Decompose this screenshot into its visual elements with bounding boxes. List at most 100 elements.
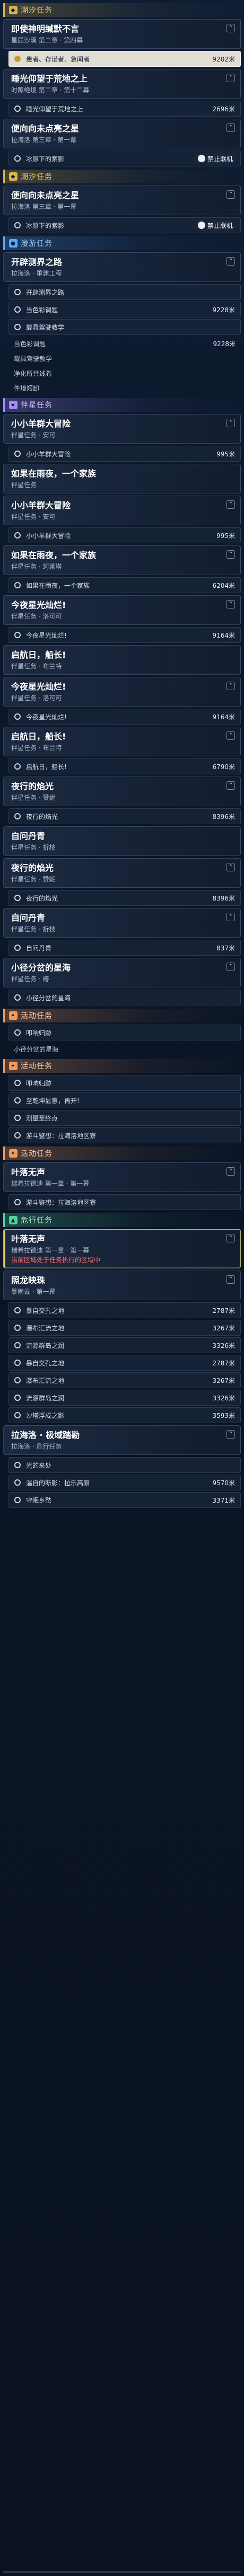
quest-subtitle: 拉海洛 · 重建工程 — [11, 270, 62, 277]
waypoint-icon — [14, 1080, 21, 1086]
quest-step-row[interactable]: 瀑布汇流之地 3267米 — [8, 1372, 241, 1388]
waypoint-icon — [14, 289, 21, 295]
quest-card[interactable]: 今夜星光灿烂! 伴星任务 · 洛可可 ⌃ — [3, 595, 241, 625]
quest-card[interactable]: 启航日，船长! 伴星任务 · 布兰特 ⌃ — [3, 727, 241, 756]
quest-step-row[interactable]: 当色彩调题 9228米 — [8, 302, 241, 317]
collapse-icon[interactable]: ⌃ — [226, 257, 235, 266]
quest-step-row[interactable]: 患者、存诺者、急闻者 9202米 — [8, 51, 241, 67]
collapse-icon[interactable]: ⌃ — [226, 913, 235, 921]
quest-step-row[interactable]: 当色彩调题 9228米 — [8, 337, 241, 350]
collapse-icon[interactable]: ⌃ — [226, 419, 235, 427]
quest-step-row[interactable]: 暴自交孔之地 2787米 — [8, 1355, 241, 1371]
quest-card[interactable]: 开辟测界之路 拉海洛 · 重建工程 ⌃ — [3, 252, 241, 282]
collapse-icon[interactable]: ⌃ — [226, 1234, 235, 1242]
quest-step-row[interactable]: 自问丹青 837米 — [8, 940, 241, 956]
quest-step-row[interactable]: 温自的断影：拉乐高原 9570米 — [8, 1475, 241, 1490]
quest-card[interactable]: 如果在雨夜，一个家族 伴星任务 · 珂莱塔 ⌃ — [3, 545, 241, 575]
quest-card[interactable]: 如果在雨夜，一个家族 伴星任务 — [3, 464, 241, 493]
quest-step-row[interactable]: 沙塔浮成之影 3593米 — [8, 1407, 241, 1423]
quest-card-selected[interactable]: 叶落无声 瑞希拉德迪 第一章 · 第一幕 当前区域处于任务执行的区域中 ⌃ — [3, 1229, 241, 1268]
step-label: 夜行的焰光 — [26, 813, 58, 821]
collapse-icon[interactable]: ⌃ — [226, 682, 235, 690]
step-label: 叩响归跡 — [26, 1029, 52, 1037]
step-label: 流源群岛之润 — [26, 1394, 65, 1402]
collapse-icon[interactable]: ⌃ — [226, 74, 235, 82]
quest-card[interactable]: 小径分岔的星海 伴星任务 · 椿 ⌃ — [3, 958, 241, 987]
quest-step-row[interactable]: 夜行的焰光 8396米 — [8, 808, 241, 824]
collapse-icon[interactable]: ⌃ — [226, 1430, 235, 1439]
quest-step-row[interactable]: 净化所共线卷 — [8, 366, 241, 380]
quest-title: 便向向未点亮之星 — [11, 123, 80, 134]
quest-subtitle: 暴雨云 · 第一幕 — [11, 1288, 56, 1295]
quest-step-row[interactable]: 如果在雨夜，一个家族 6204米 — [8, 577, 241, 593]
quest-card[interactable]: 照龙映珠 暴雨云 · 第一幕 ⌃ — [3, 1271, 241, 1300]
quest-step-row[interactable]: 叩响归跡 — [8, 1075, 241, 1091]
collapse-icon[interactable]: ⌃ — [226, 190, 235, 199]
quest-list-page: ◆ 潮汐任务 即使神明缄默不言 星辰沙漠 第二章 · 第四幕 ⌃ 患者、存诺者、… — [0, 0, 244, 2576]
quest-step-row[interactable]: 流源群岛之润 3326米 — [8, 1390, 241, 1406]
quest-step-row[interactable]: 载具驾驶教学 — [8, 351, 241, 365]
quest-subtitle: 拉海洛 第三章 · 第一幕 — [11, 203, 77, 210]
collapse-icon[interactable]: ⌃ — [226, 1167, 235, 1176]
section-header-huodong: ✦ 活动任务 — [3, 1009, 241, 1022]
step-distance: 9202米 — [212, 55, 235, 63]
quest-step-row[interactable]: 启航日，船长! 6790米 — [8, 758, 241, 774]
quest-step-row[interactable]: 今夜星光灿烂! 9164米 — [8, 709, 241, 725]
quest-step-row[interactable]: 光的来处 — [8, 1457, 241, 1473]
quest-card[interactable]: 小小羊群大冒险 伴星任务 · 安可 ⌃ — [3, 496, 241, 525]
quest-step-row[interactable]: 守眠乡愁 3371米 — [8, 1492, 241, 1508]
quest-card[interactable]: 叶落无声 瑞希拉德迪 第一章 · 第一幕 ⌃ — [3, 1162, 241, 1192]
collapse-icon[interactable]: ⌃ — [226, 600, 235, 608]
step-distance: 3593米 — [212, 1411, 235, 1419]
collapse-icon[interactable]: ⌃ — [226, 500, 235, 509]
collapse-icon[interactable]: ⌃ — [226, 1275, 235, 1284]
quest-step-row[interactable]: 冰原下的紫影 禁止联机 — [8, 151, 241, 166]
quest-card[interactable]: 启航日，船长! 伴星任务 · 布兰特 — [3, 645, 241, 675]
quest-card[interactable]: 自问丹青 伴星任务 · 折枝 ⌃ — [3, 908, 241, 938]
quest-step-row[interactable]: 叩响归跡 — [8, 1025, 241, 1040]
quest-step-row[interactable]: 小小羊群大冒险 995米 — [8, 446, 241, 462]
quest-step-row[interactable]: 小径分岔的星海 — [8, 990, 241, 1005]
quest-card[interactable]: 自问丹青 伴星任务 · 折枝 — [3, 826, 241, 856]
quest-step-row[interactable]: 流源群岛之润 3326米 — [8, 1337, 241, 1353]
quest-step-row[interactable]: 冰原下的紫影 禁止联机 — [8, 217, 241, 233]
collapse-icon[interactable]: ⌃ — [226, 24, 235, 32]
quest-step-row[interactable]: 小径分岔的星海 — [8, 1042, 241, 1056]
collapse-icon[interactable]: ⌃ — [226, 863, 235, 871]
waypoint-icon — [14, 306, 21, 313]
quest-step-row[interactable]: 今夜星光灿烂! 9164米 — [8, 627, 241, 643]
quest-card[interactable]: 夜行的焰光 伴星任务 · 赞妮 ⌃ — [3, 858, 241, 888]
collapse-icon[interactable]: ⌃ — [226, 781, 235, 790]
quest-step-row[interactable]: 件境短卸 — [8, 381, 241, 395]
quest-title: 照龙映珠 — [11, 1275, 46, 1285]
quest-step-row[interactable]: 暴自交孔之地 2787米 — [8, 1302, 241, 1318]
quest-title: 如果在雨夜，一个家族 — [11, 550, 97, 560]
quest-step-row[interactable]: 载具驾驶教学 — [8, 319, 241, 335]
quest-card[interactable]: 便向向未点亮之星 拉海洛 第三章 · 第一幕 ⌃ — [3, 119, 241, 148]
step-label: 小径分岔的星海 — [26, 994, 71, 1002]
quest-card[interactable]: 便向向未点亮之星 拉海洛 第三章 · 第一幕 ⌃ — [3, 186, 241, 215]
quest-card[interactable]: 即使神明缄默不言 星辰沙漠 第二章 · 第四幕 ⌃ — [3, 19, 241, 49]
collapse-icon[interactable]: ⌃ — [226, 963, 235, 971]
quest-step-row[interactable]: 开辟测界之路 — [8, 284, 241, 300]
quest-step-row[interactable]: 测量至终点 — [8, 1110, 241, 1126]
quest-card[interactable]: 小小羊群大冒险 伴星任务 · 安可 ⌃ — [3, 414, 241, 444]
quest-step-row[interactable]: 睡光仰望于荒地之上 2696米 — [8, 101, 241, 117]
step-label: 开辟测界之路 — [26, 288, 65, 296]
collapse-icon[interactable]: ⌃ — [226, 550, 235, 559]
quest-card[interactable]: 睡光仰望于荒地之上 时隙绝境 第二章 · 第十二幕 ⌃ — [3, 69, 241, 99]
quest-step-row[interactable]: 游斗鉴想：拉海洛地区寮 — [8, 1127, 241, 1143]
step-distance: 8396米 — [212, 813, 235, 821]
section-header-manyou: ● 漫游任务 — [3, 236, 241, 250]
quest-step-row[interactable]: 游斗鉴想：拉海洛地区寮 — [8, 1194, 241, 1210]
quest-step-row[interactable]: 夜行的焰光 8396米 — [8, 890, 241, 906]
quest-step-row[interactable]: 至乾坤显意，再开! — [8, 1092, 241, 1108]
quest-step-row[interactable]: 小小羊群大冒险 995米 — [8, 527, 241, 543]
quest-card[interactable]: 今夜星光灿烂! 伴星任务 · 洛可可 ⌃ — [3, 677, 241, 707]
quest-card[interactable]: 夜行的焰光 伴星任务 · 赞妮 ⌃ — [3, 777, 241, 806]
collapse-icon[interactable]: ⌃ — [226, 123, 235, 132]
quest-card[interactable]: 拉海洛 · 极域踏勘 拉海洛 · 危行任务 ⌃ — [3, 1425, 241, 1455]
collapse-icon[interactable]: ⌃ — [226, 731, 235, 740]
quest-step-row[interactable]: 瀑布汇流之地 3267米 — [8, 1320, 241, 1336]
step-label: 自问丹青 — [26, 944, 52, 952]
